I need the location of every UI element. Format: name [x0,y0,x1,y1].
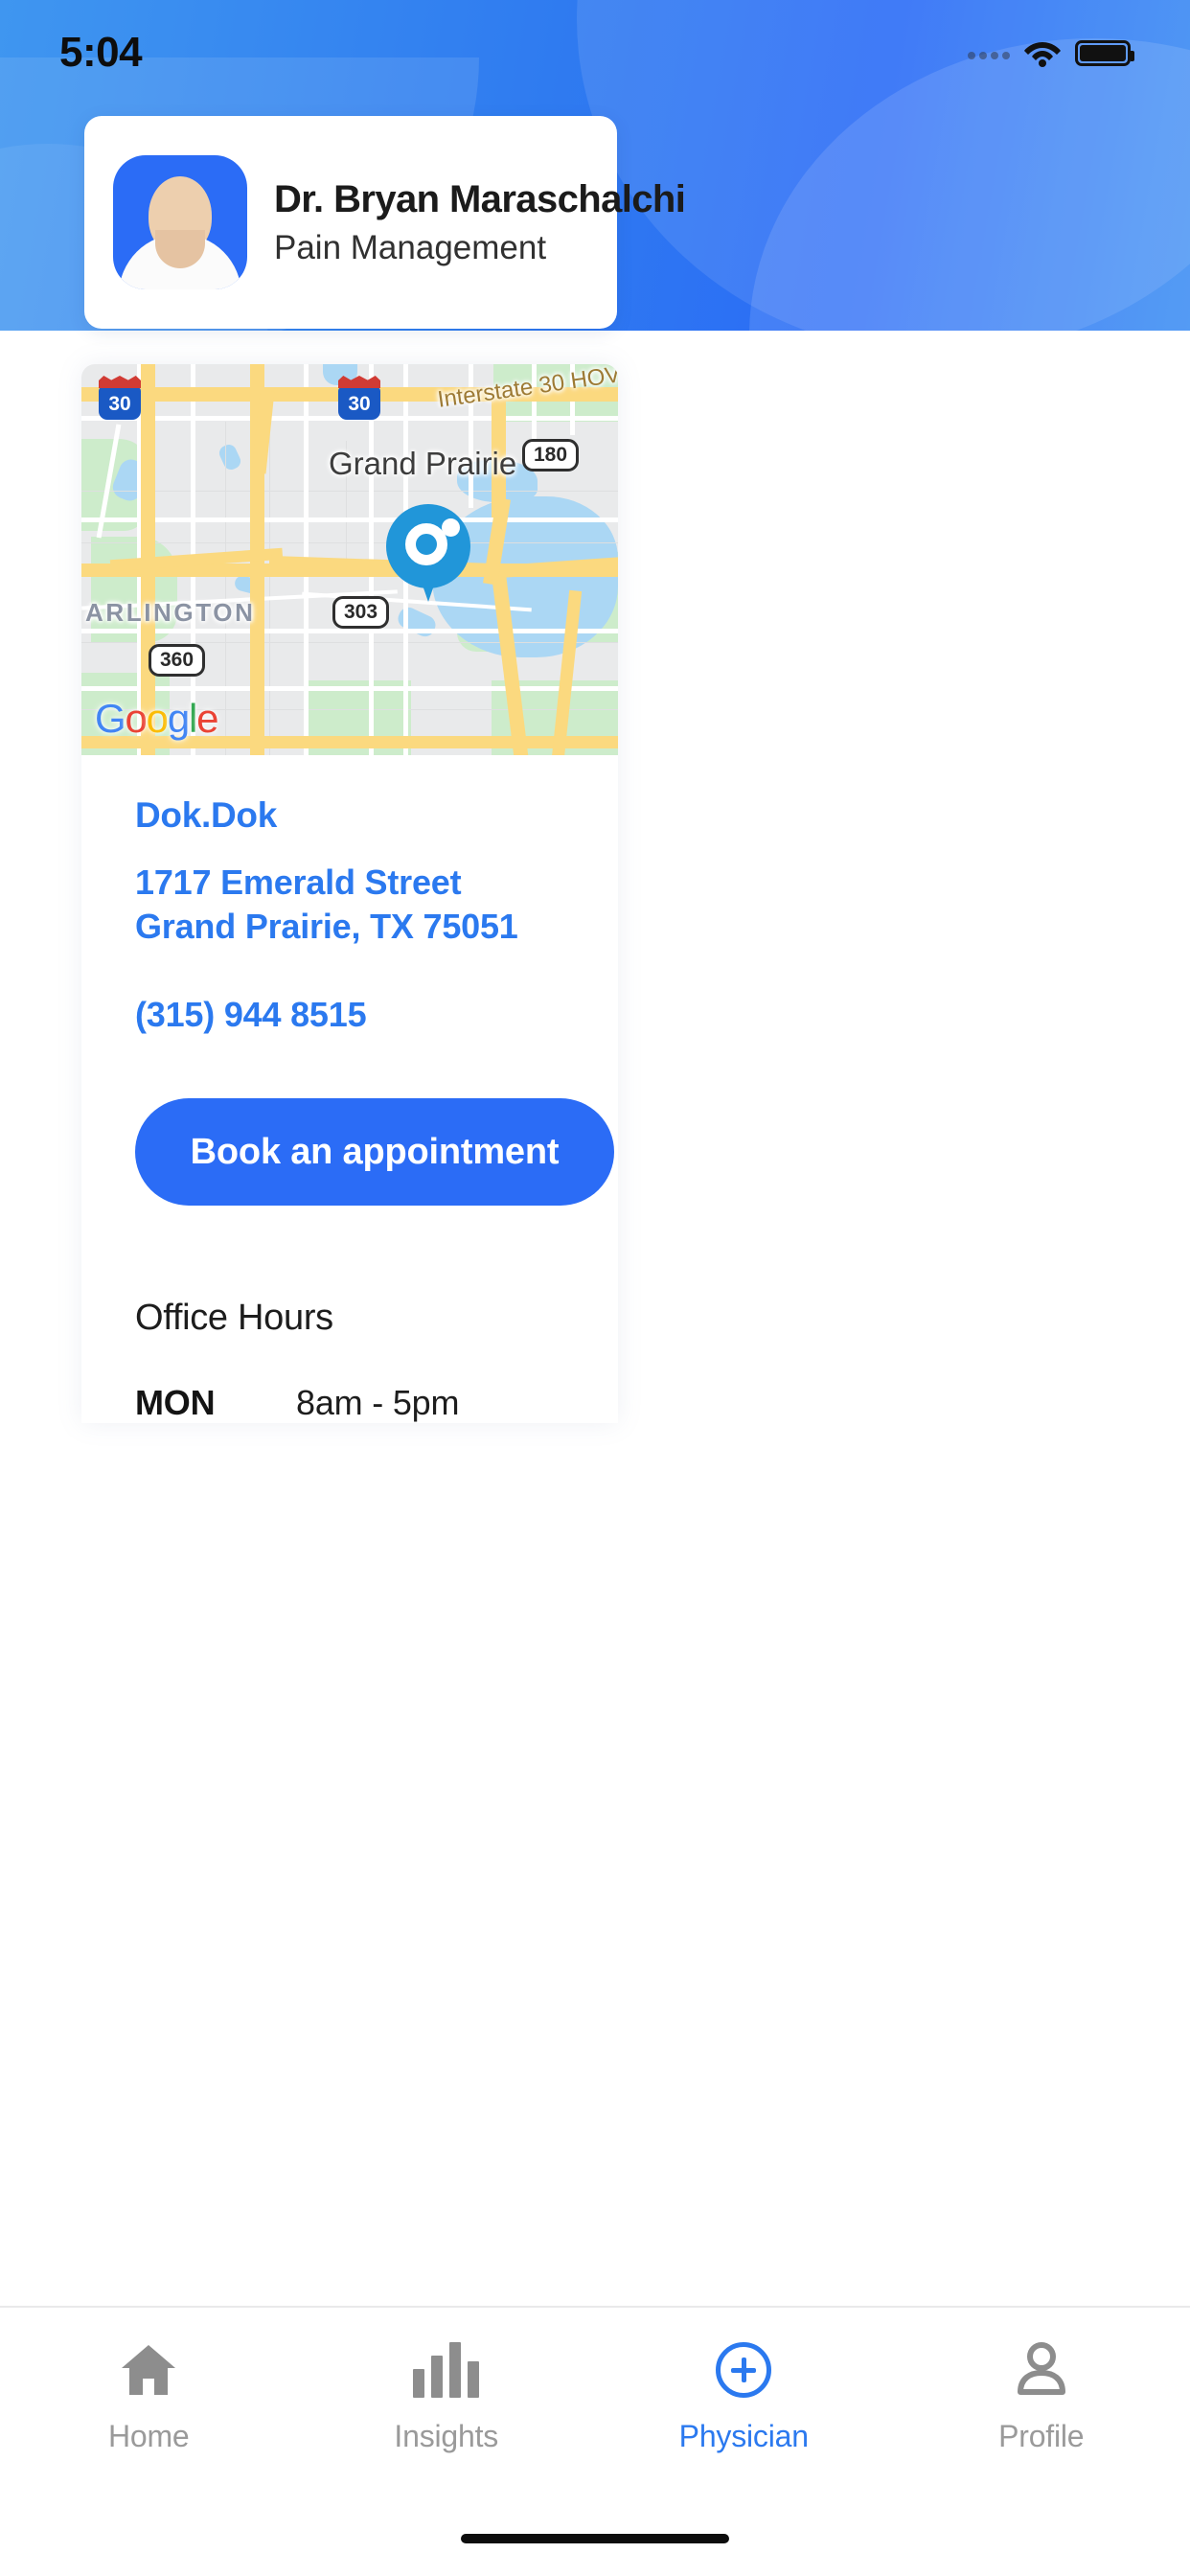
google-letter: o [146,696,169,741]
tab-insights[interactable]: Insights [298,2340,596,2454]
google-logo: Google [95,696,219,742]
clinic-name[interactable]: Dok.Dok [135,795,564,836]
doctor-specialty: Pain Management [274,228,547,266]
clinic-phone[interactable]: (315) 944 8515 [135,995,564,1035]
map-view[interactable]: 30 30 180 303 360 Interstate 30 HOV Gran… [81,364,618,755]
home-indicator[interactable] [461,2534,729,2543]
tab-profile[interactable]: Profile [893,2340,1190,2454]
address-line-2: Grand Prairie, TX 75051 [135,907,518,947]
battery-full-icon [1075,39,1134,66]
tab-insights-label: Insights [394,2419,499,2453]
status-bar: 5:04 [0,0,1190,92]
home-icon [120,2340,177,2400]
google-letter: g [167,696,190,741]
office-hours-day: MON [135,1383,216,1423]
route-shield-303: 303 [332,596,390,630]
tab-home[interactable]: Home [0,2340,298,2454]
location-pin-icon[interactable] [386,504,470,604]
person-icon [1015,2340,1068,2400]
google-letter: G [95,696,126,741]
tab-physician-label: Physician [678,2419,809,2453]
route-shield-180: 180 [522,439,580,472]
doctor-header-card[interactable]: Dr. Bryan Maraschalchi Pain Management [84,116,686,329]
map-city-label: Grand Prairie [329,446,517,481]
google-letter: l [189,696,197,741]
office-hours-title: Office Hours [135,1298,333,1339]
plus-circle-icon [716,2340,772,2400]
status-time: 5:04 [59,29,143,76]
route-shield-360: 360 [149,644,206,678]
map-water [395,604,439,640]
google-letter: o [125,696,147,741]
interstate-shield-label: 30 [99,387,141,420]
google-letter: e [196,696,218,741]
interstate-shield-label: 30 [338,387,380,420]
map-area-label: ARLINGTON [85,598,256,627]
bar-chart-icon [413,2340,480,2400]
address-line-1: 1717 Emerald Street [135,862,462,902]
office-hours-time: 8am - 5pm [296,1383,460,1423]
wifi-icon [1024,42,1061,67]
tab-home-label: Home [107,2419,190,2453]
tab-profile-label: Profile [998,2419,1085,2453]
map-water [217,442,243,472]
signal-dots-icon [968,46,1010,59]
clinic-info: Dok.Dok 1717 Emerald Street Grand Prairi… [81,755,618,1207]
interstate-shield-30-right: 30 [338,376,380,420]
office-hours-row: MON 8am - 5pm [81,1339,618,1423]
doctor-name: Dr. Bryan Maraschalchi [274,177,686,220]
content-sheet: 30 30 180 303 360 Interstate 30 HOV Gran… [81,364,618,1424]
status-indicators [968,38,1134,67]
tab-physician[interactable]: Physician [595,2340,893,2454]
interstate-shield-30-left: 30 [99,376,141,420]
clinic-address[interactable]: 1717 Emerald Street Grand Prairie, TX 75… [135,861,564,949]
book-appointment-button[interactable]: Book an appointment [135,1098,614,1207]
doctor-avatar [113,155,247,289]
doctor-info: Dr. Bryan Maraschalchi Pain Management [274,177,686,267]
